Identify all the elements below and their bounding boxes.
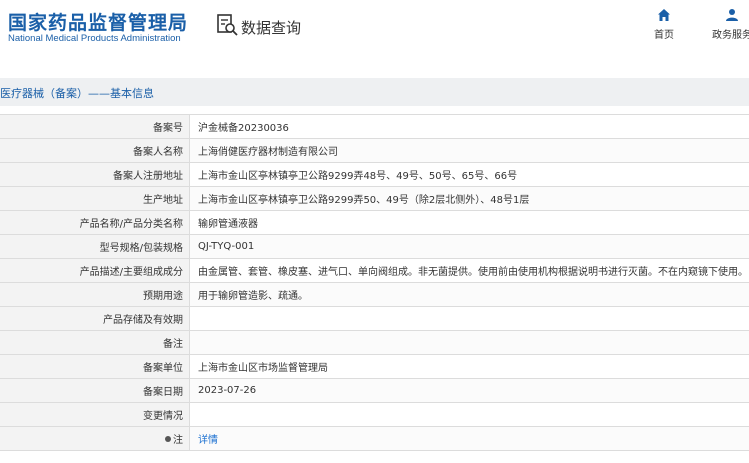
field-label-text: 备案日期 [143,387,183,398]
record-detail-table: 备案号 沪金械备20230036 备案人名称 上海俏健医疗器材制造有限公司备案人注册地… [0,114,749,451]
field-value: 2023-07-26 [189,378,749,403]
home-icon [639,8,689,22]
table-row: 变更情况 [0,402,749,427]
field-label-text: 生产地址 [143,195,183,206]
field-label: 备案单位 [0,354,190,379]
field-label-text: 产品描述/主要组成成分 [79,267,183,278]
field-label-text: 备案单位 [143,363,183,374]
site-header: 国家药品监督管理局 National Medical Products Admi… [0,0,749,66]
field-label: 型号规格/包装规格 [0,234,190,259]
site-logo-cn[interactable]: 国家药品监督管理局 [8,8,188,35]
field-label: 备注 [0,330,190,355]
table-row: 备案单位 上海市金山区市场监督管理局 [0,354,749,379]
nav-home[interactable]: 首页 [639,8,689,41]
table-row: 产品存储及有效期 [0,306,749,331]
field-label-text: 备注 [163,339,183,350]
field-label-text: 变更情况 [143,411,183,422]
field-value-text: 上海市金山区市场监督管理局 [198,363,328,374]
breadcrumb: 医疗器械（备案）——基本信息 [0,87,154,100]
user-icon [702,8,749,22]
field-value-text: 上海市金山区亭林镇亭卫公路9299弄48号、49号、50号、65号、66号 [198,171,518,182]
details-link[interactable]: 详情 [198,435,218,446]
table-row: 产品名称/产品分类名称 输卵管通液器 [0,210,749,235]
field-value-text: 输卵管通液器 [198,219,258,230]
nav-home-label: 首页 [654,30,674,41]
field-label: 产品存储及有效期 [0,306,190,331]
field-label-text: 备案人注册地址 [113,171,183,182]
field-value: 上海市金山区亭林镇亭卫公路9299弄50、49号（除2层北侧外）、48号1层 [189,186,749,211]
field-value-text: 上海市金山区亭林镇亭卫公路9299弄50、49号（除2层北侧外）、48号1层 [198,195,530,206]
table-row: 生产地址 上海市金山区亭林镇亭卫公路9299弄50、49号（除2层北侧外）、48号… [0,186,749,211]
field-value: 沪金械备20230036 [189,114,749,139]
field-value-text: 沪金械备20230036 [198,123,289,134]
field-label: 注 [0,426,190,451]
field-label: 变更情况 [0,402,190,427]
field-value [189,306,749,331]
field-value: QJ-TYQ-001 [189,234,749,259]
field-label-text: 型号规格/包装规格 [99,243,183,254]
site-logo-en[interactable]: National Medical Products Administration [8,33,181,44]
field-label: 产品名称/产品分类名称 [0,210,190,235]
field-value-text: QJ-TYQ-001 [198,241,255,252]
field-value-text: 由金属管、套管、橡皮塞、进气口、单向阀组成。非无菌提供。使用前由使用机构根据说明… [198,267,748,278]
field-label-text: 注 [173,435,183,446]
field-value: 上海市金山区市场监督管理局 [189,354,749,379]
table-row: 预期用途 用于输卵管造影、疏通。 [0,282,749,307]
field-label: 备案人名称 [0,138,190,163]
breadcrumb-bar: 医疗器械（备案）——基本信息 [0,78,749,106]
field-label-text: 备案号 [153,123,183,134]
field-label-text: 产品名称/产品分类名称 [79,219,183,230]
data-query-link[interactable]: 数据查询 [216,13,301,41]
document-search-icon [216,13,238,41]
field-label: 预期用途 [0,282,190,307]
table-row: 注 详情 [0,426,749,451]
field-value-text: 2023-07-26 [198,385,257,396]
field-label-text: 预期用途 [143,291,183,302]
field-value: 上海俏健医疗器材制造有限公司 [189,138,749,163]
field-value [189,402,749,427]
table-row: 备案人名称 上海俏健医疗器材制造有限公司 [0,138,749,163]
field-value: 用于输卵管造影、疏通。 [189,282,749,307]
nav-government-services[interactable]: 政务服务 [702,8,749,41]
field-label: 备案日期 [0,378,190,403]
field-value [189,330,749,355]
field-value: 详情 [189,426,749,451]
table-row: 备案日期 2023-07-26 [0,378,749,403]
nav-government-services-label: 政务服务 [712,30,749,41]
table-row: 型号规格/包装规格 QJ-TYQ-001 [0,234,749,259]
field-label: 备案人注册地址 [0,162,190,187]
field-label: 备案号 [0,114,190,139]
pin-icon [165,436,171,442]
table-row: 备案号 沪金械备20230036 [0,114,749,139]
field-value-text: 用于输卵管造影、疏通。 [198,291,308,302]
data-query-label: 数据查询 [241,18,302,37]
field-label: 产品描述/主要组成成分 [0,258,190,283]
table-row: 产品描述/主要组成成分 由金属管、套管、橡皮塞、进气口、单向阀组成。非无菌提供。使… [0,258,749,283]
field-label-text: 备案人名称 [133,147,183,158]
table-row: 备注 [0,330,749,355]
field-value: 由金属管、套管、橡皮塞、进气口、单向阀组成。非无菌提供。使用前由使用机构根据说明… [189,258,749,283]
field-value: 输卵管通液器 [189,210,749,235]
field-value: 上海市金山区亭林镇亭卫公路9299弄48号、49号、50号、65号、66号 [189,162,749,187]
field-value-text: 上海俏健医疗器材制造有限公司 [198,147,338,158]
field-label-text: 产品存储及有效期 [103,315,183,326]
table-row: 备案人注册地址 上海市金山区亭林镇亭卫公路9299弄48号、49号、50号、65号… [0,162,749,187]
field-label: 生产地址 [0,186,190,211]
